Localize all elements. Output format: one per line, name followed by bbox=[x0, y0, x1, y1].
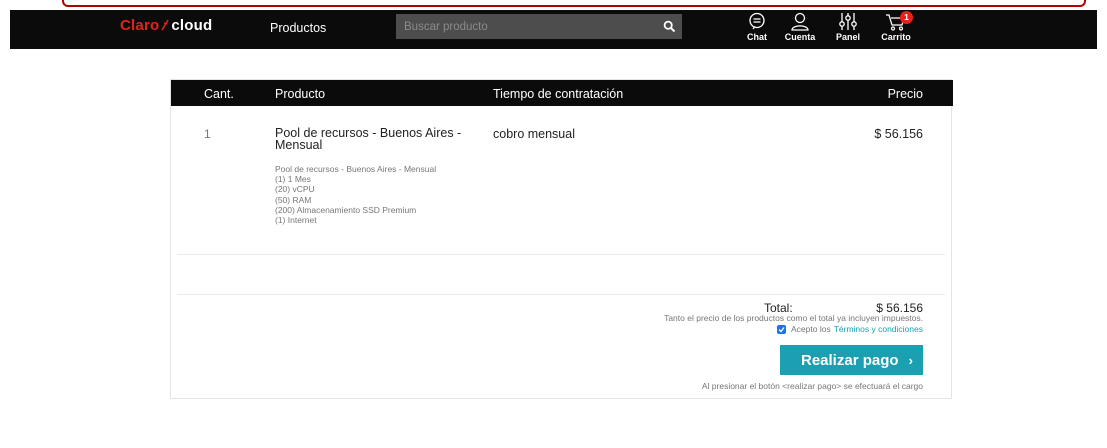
checkmark-icon bbox=[778, 326, 785, 332]
col-header-qty: Cant. bbox=[204, 87, 234, 101]
nav-chat-label: Chat bbox=[747, 32, 767, 42]
pay-note: Al presionar el botón <realizar pago> se… bbox=[701, 381, 923, 391]
logo-slash-icon bbox=[161, 19, 170, 31]
detail-line: (1) 1 Mes bbox=[275, 174, 311, 185]
detail-line: (1) Internet bbox=[275, 215, 317, 226]
chat-icon bbox=[749, 12, 765, 30]
terms-row: Acepto los Términos y condiciones bbox=[777, 324, 923, 334]
logo-text-cloud: cloud bbox=[171, 17, 213, 34]
nav-panel-button[interactable]: Panel bbox=[828, 12, 868, 48]
col-header-price: Precio bbox=[887, 87, 923, 101]
top-navbar: Claro cloud Productos Chat Cuenta Panel 1… bbox=[10, 10, 1097, 49]
nav-account-button[interactable]: Cuenta bbox=[780, 12, 820, 48]
detail-line: (50) RAM bbox=[275, 194, 312, 205]
nav-cart-label: Carrito bbox=[881, 32, 911, 42]
item-product-details: Pool de recursos - Buenos Aires - Mensua… bbox=[275, 164, 436, 225]
nav-panel-label: Panel bbox=[835, 32, 860, 42]
user-icon bbox=[791, 12, 809, 31]
terms-checkbox[interactable] bbox=[777, 324, 786, 334]
nav-products-link[interactable]: Productos bbox=[270, 21, 326, 35]
cart-summary-card: Cant. Producto Tiempo de contratación Pr… bbox=[170, 79, 953, 399]
search-icon[interactable] bbox=[663, 20, 676, 33]
logo-text-claro: Claro bbox=[120, 17, 160, 34]
row-divider bbox=[177, 294, 945, 295]
terms-link[interactable]: Términos y condiciones bbox=[834, 324, 923, 334]
detail-line: (200) Almacenamiento SSD Premium bbox=[275, 204, 417, 215]
item-contract-time: cobro mensual bbox=[493, 127, 575, 141]
chevron-right-icon: › bbox=[908, 353, 913, 368]
nav-cart-button[interactable]: 1 Carrito bbox=[876, 11, 916, 48]
col-header-product: Producto bbox=[275, 87, 326, 101]
cart-count-badge: 1 bbox=[900, 11, 913, 24]
terms-prefix: Acepto los bbox=[791, 324, 831, 334]
detail-line: Pool de recursos - Buenos Aires - Mensua… bbox=[275, 164, 437, 174]
table-header: Cant. Producto Tiempo de contratación Pr… bbox=[171, 80, 953, 106]
sliders-icon bbox=[839, 13, 857, 30]
claro-cloud-logo[interactable]: Claro cloud bbox=[120, 17, 212, 34]
item-quantity: 1 bbox=[204, 127, 211, 141]
pay-button-label: Realizar pago bbox=[801, 351, 899, 369]
row-divider bbox=[177, 254, 945, 255]
tax-note: Tanto el precio de los productos como el… bbox=[664, 313, 923, 323]
nav-account-label: Cuenta bbox=[784, 32, 816, 42]
pay-button[interactable]: Realizar pago › bbox=[780, 345, 923, 375]
detail-line: (20) vCPU bbox=[275, 184, 315, 195]
search-input[interactable] bbox=[396, 14, 654, 39]
col-header-time: Tiempo de contratación bbox=[493, 87, 624, 101]
search-bar bbox=[396, 14, 682, 39]
item-price: $ 56.156 bbox=[874, 127, 923, 141]
browser-frame-edge bbox=[62, 0, 1086, 7]
item-product-name: Pool de recursos - Buenos Aires - Mensua… bbox=[275, 126, 462, 152]
nav-chat-button[interactable]: Chat bbox=[737, 12, 777, 48]
